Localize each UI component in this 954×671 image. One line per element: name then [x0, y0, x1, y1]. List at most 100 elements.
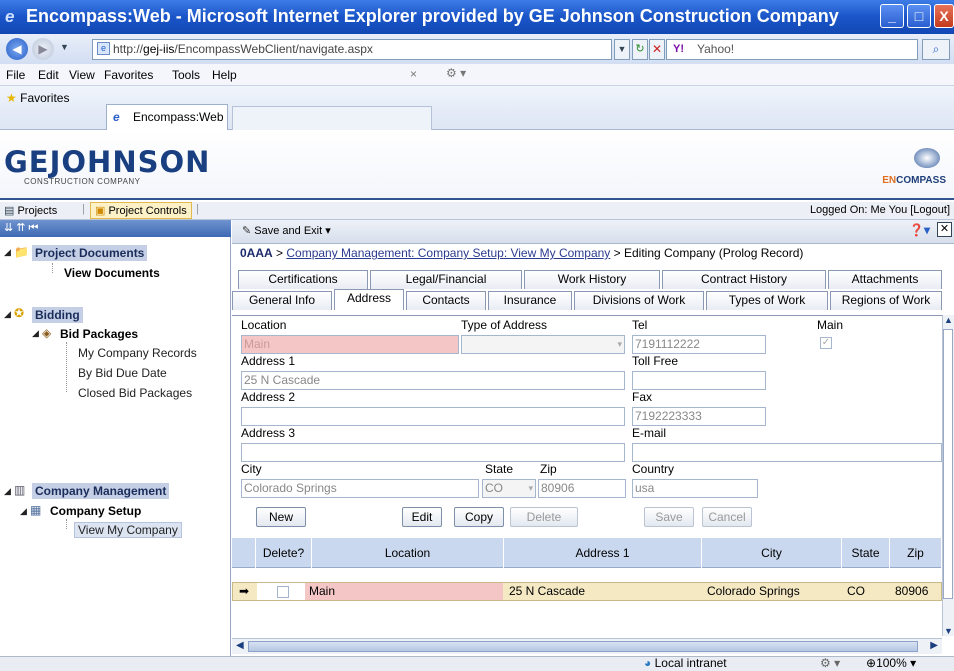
url-dropdown-icon[interactable]: ▼ — [614, 39, 630, 60]
scroll-up-icon[interactable]: ▲ — [944, 315, 953, 325]
tab-contacts[interactable]: Contacts — [406, 291, 486, 310]
state-select[interactable]: CO ▾ — [482, 479, 536, 498]
tab-project-controls[interactable]: ▣ Project Controls — [90, 202, 192, 219]
browser-tab[interactable]: e Encompass:Web — [106, 104, 228, 130]
search-icon[interactable]: ⌕ — [922, 39, 950, 60]
country-label: Country — [632, 462, 675, 476]
address1-field[interactable]: 25 N Cascade — [241, 371, 625, 390]
grid-col-zip[interactable]: Zip — [890, 538, 942, 568]
tree-view-documents[interactable]: View Documents — [64, 266, 160, 280]
breadcrumb-link[interactable]: Company Management: Company Setup: View … — [286, 246, 610, 260]
row-delete-checkbox[interactable] — [277, 586, 289, 598]
zoom-control[interactable]: ⊕100% ▾ — [866, 656, 916, 670]
toolbar-options-icon[interactable]: ⚙ ▾ — [446, 66, 466, 80]
copy-button[interactable]: Copy — [454, 507, 504, 527]
grid-col-delete[interactable]: Delete? — [256, 538, 312, 568]
protected-mode-icon[interactable]: ⚙ ▾ — [820, 656, 840, 670]
tab-contract-history[interactable]: Contract History — [662, 270, 826, 289]
tree-project-documents[interactable]: Project Documents — [32, 245, 148, 261]
grid-col-city[interactable]: City — [702, 538, 842, 568]
grid-col-state[interactable]: State — [842, 538, 890, 568]
favorites-button[interactable]: ★ Favorites — [6, 91, 69, 105]
close-panel-icon[interactable]: ✕ — [937, 222, 952, 237]
save-exit-button[interactable]: ✎ Save and Exit ▾ — [242, 224, 331, 237]
expand-bidding-icon[interactable]: ◢ — [4, 309, 11, 320]
menu-file[interactable]: File — [6, 68, 25, 82]
tree-company-setup[interactable]: Company Setup — [50, 504, 141, 518]
menu-favorites[interactable]: Favorites — [104, 68, 153, 82]
scroll-right-icon[interactable]: ▶ — [930, 640, 938, 651]
menu-tools[interactable]: Tools — [172, 68, 200, 82]
expand-bid-packages-icon[interactable]: ◢ — [32, 328, 39, 339]
edit-button[interactable]: Edit — [402, 507, 442, 527]
main-checkbox[interactable]: ✓ — [820, 337, 832, 349]
toolbar-close-icon[interactable]: × — [410, 67, 417, 81]
tab-legal-financial[interactable]: Legal/Financial — [370, 270, 522, 289]
expand-company-mgmt-icon[interactable]: ◢ — [4, 486, 11, 497]
intranet-icon: ◕ — [644, 656, 652, 670]
tab-regions-of-work[interactable]: Regions of Work — [830, 291, 942, 310]
close-button[interactable]: X — [934, 4, 954, 28]
scroll-down-icon[interactable]: ▼ — [944, 626, 953, 636]
tel-field[interactable]: 7191112222 — [632, 335, 766, 354]
tab-certifications[interactable]: Certifications — [238, 270, 368, 289]
type-of-address-select[interactable]: ▾ — [461, 335, 625, 354]
logged-on-text[interactable]: Logged On: Me You [Logout] — [810, 204, 950, 216]
fax-field[interactable]: 7192223333 — [632, 407, 766, 426]
tree-company-management[interactable]: Company Management — [32, 483, 170, 499]
horizontal-scroll-thumb[interactable] — [248, 641, 918, 652]
toll-free-field[interactable] — [632, 371, 766, 390]
tab-general-info[interactable]: General Info — [232, 291, 332, 310]
grid-col-location[interactable]: Location — [312, 538, 504, 568]
recent-pages-icon[interactable]: ▼ — [60, 42, 69, 52]
tab-address[interactable]: Address — [334, 289, 404, 310]
back-button[interactable]: ◀ — [6, 38, 28, 60]
country-field[interactable]: usa — [632, 479, 758, 498]
url-input[interactable]: e http://gej-iis/EncompassWebClient/navi… — [92, 39, 612, 60]
tree-by-bid-due-date[interactable]: By Bid Due Date — [78, 366, 167, 380]
tree-my-company-records[interactable]: My Company Records — [78, 346, 197, 360]
tree-collapse-icons[interactable]: ⇊ ⇈ ⏮ — [4, 221, 38, 235]
tree-view-my-company[interactable]: View My Company — [74, 522, 182, 538]
minimize-button[interactable]: _ — [880, 4, 904, 28]
address3-field[interactable] — [241, 443, 625, 462]
grid-col-address1[interactable]: Address 1 — [504, 538, 702, 568]
search-input[interactable]: Y! Yahoo! — [666, 39, 918, 60]
email-field[interactable] — [632, 443, 942, 462]
menu-help[interactable]: Help — [212, 68, 237, 82]
tab-types-of-work[interactable]: Types of Work — [706, 291, 828, 310]
forward-button[interactable]: ▶ — [32, 38, 54, 60]
address3-label: Address 3 — [241, 426, 296, 440]
tab-attachments[interactable]: Attachments — [828, 270, 942, 289]
tree-bid-packages[interactable]: Bid Packages — [60, 327, 138, 341]
refresh-icon[interactable]: ↻ — [632, 39, 648, 60]
table-row[interactable]: ➡ Main 25 N Cascade Colorado Springs CO … — [232, 582, 942, 601]
tree-bidding[interactable]: Bidding — [32, 307, 83, 323]
menu-view[interactable]: View — [69, 68, 95, 82]
location-field[interactable]: Main — [241, 335, 459, 354]
vertical-scroll-thumb[interactable] — [943, 329, 953, 599]
help-icon[interactable]: ❓▾ — [909, 223, 930, 237]
tab-insurance[interactable]: Insurance — [488, 291, 572, 310]
city-field[interactable]: Colorado Springs — [241, 479, 479, 498]
new-tab-button[interactable] — [232, 106, 432, 130]
tab-work-history[interactable]: Work History — [524, 270, 660, 289]
delete-button[interactable]: Delete — [510, 507, 578, 527]
tree-closed-bid-packages[interactable]: Closed Bid Packages — [78, 386, 192, 400]
cancel-button[interactable]: Cancel — [702, 507, 752, 527]
horizontal-scrollbar[interactable]: ◀ ▶ — [232, 638, 942, 654]
search-placeholder: Yahoo! — [697, 42, 735, 56]
address2-field[interactable] — [241, 407, 625, 426]
vertical-scrollbar[interactable]: ▲ ▼ — [942, 315, 954, 636]
expand-company-setup-icon[interactable]: ◢ — [20, 506, 27, 517]
save-button[interactable]: Save — [644, 507, 694, 527]
tab-divisions-of-work[interactable]: Divisions of Work — [574, 291, 704, 310]
menu-edit[interactable]: Edit — [38, 68, 59, 82]
stop-icon[interactable]: ✕ — [649, 39, 665, 60]
tab-projects[interactable]: ▤ Projects — [4, 204, 57, 217]
scroll-left-icon[interactable]: ◀ — [236, 640, 244, 651]
zip-field[interactable]: 80906 — [538, 479, 626, 498]
new-button[interactable]: New — [256, 507, 306, 527]
maximize-button[interactable]: □ — [907, 4, 931, 28]
expand-project-docs-icon[interactable]: ◢ — [4, 247, 11, 258]
